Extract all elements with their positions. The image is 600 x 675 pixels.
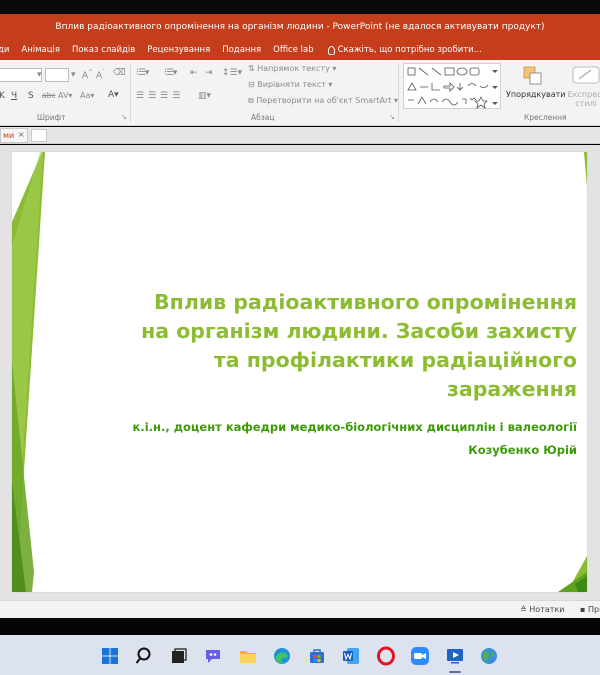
close-icon[interactable]: ×	[18, 130, 25, 139]
title-bar: Вплив радіоактивного опромінення на орга…	[0, 14, 600, 40]
change-case-icon[interactable]: Aa▾	[80, 91, 94, 100]
slide-title-line: на організм людини. Засоби захисту	[141, 319, 577, 343]
decrease-indent-icon[interactable]: ⇤	[190, 68, 198, 78]
line-spacing-icon[interactable]: ↕☰▾	[222, 68, 242, 78]
font-group-label: Шрифт	[37, 113, 66, 122]
slide-title-line: Вплив радіоактивного опромінення	[154, 290, 577, 314]
shadow-icon[interactable]: S	[28, 91, 34, 101]
lightbulb-icon	[327, 45, 335, 55]
edge-icon[interactable]	[272, 646, 292, 666]
start-icon[interactable]	[100, 646, 120, 666]
align-text-icon: ⊟	[248, 80, 255, 89]
font-dialog-launcher-icon[interactable]: ↘	[121, 113, 127, 121]
slide-title-line: зараження	[446, 377, 577, 401]
tab-view[interactable]: Подання	[222, 45, 261, 55]
columns-icon[interactable]: ▥▾	[198, 91, 211, 101]
tell-me-box[interactable]: Скажіть, що потрібно зробити...	[327, 45, 482, 55]
char-spacing-icon[interactable]: AV▾	[58, 91, 72, 100]
decrease-font-icon[interactable]: Aˇ	[96, 69, 105, 81]
shapes-gallery[interactable]	[403, 63, 501, 109]
quick-styles-icon[interactable]	[571, 65, 600, 89]
chevron-down-icon: ▾	[37, 70, 42, 80]
tab-animations[interactable]: Анімація	[21, 45, 60, 55]
slide-title-line: та профілактики радіаційного	[213, 348, 577, 372]
group-divider	[130, 64, 131, 122]
group-divider	[398, 64, 399, 122]
ribbon-tabs: ди Анімація Показ слайдів Рецензування П…	[0, 40, 600, 60]
increase-indent-icon[interactable]: ⇥	[205, 68, 213, 78]
author-name: Козубенко Юрій	[468, 443, 577, 457]
convert-smartart-button[interactable]: ⧉ Перетворити на об'єкт SmartArt ▾	[248, 96, 398, 106]
align-text-button[interactable]: ⊟ Вирівняти текст ▾	[248, 80, 332, 89]
taskbar	[0, 635, 600, 675]
chat-icon[interactable]	[203, 646, 223, 666]
quick-styles-button[interactable]: Експрес- стилі	[566, 90, 600, 108]
text-direction-icon: ⇅	[248, 64, 255, 73]
strikethrough-icon[interactable]: abc	[42, 91, 55, 100]
window-title: Вплив радіоактивного опромінення на орга…	[55, 22, 545, 32]
word-icon[interactable]	[341, 646, 361, 666]
screen-bezel-top	[0, 0, 600, 14]
chevron-down-icon: ▾	[71, 70, 76, 80]
increase-font-icon[interactable]: A^	[82, 69, 93, 81]
powerpoint-icon[interactable]	[445, 646, 465, 666]
slide-title[interactable]: Вплив радіоактивного опромінення на орга…	[57, 288, 577, 404]
file-explorer-icon[interactable]	[238, 646, 258, 666]
slide-workspace: Вплив радіоактивного опромінення на орга…	[0, 145, 600, 600]
arrange-icon[interactable]	[522, 65, 544, 89]
bullets-icon[interactable]: ⁝☰▾	[136, 68, 149, 78]
zoom-icon[interactable]	[410, 646, 430, 666]
italic-icon[interactable]: K	[0, 91, 5, 101]
font-color-icon[interactable]: A▾	[108, 90, 119, 100]
tab-review[interactable]: Рецензування	[147, 45, 210, 55]
globe-icon[interactable]	[479, 646, 499, 666]
tab-design[interactable]: ди	[0, 45, 9, 55]
underline-icon[interactable]: Ч	[11, 91, 17, 101]
smartart-icon: ⧉	[248, 96, 254, 105]
comments-button[interactable]: ▪ При	[580, 605, 600, 614]
task-view-icon[interactable]	[169, 646, 189, 666]
store-icon[interactable]	[307, 646, 327, 666]
font-size-dropdown[interactable]	[45, 68, 69, 82]
paragraph-group-label: Абзац	[251, 113, 275, 122]
drawing-group-label: Креслення	[524, 113, 567, 122]
font-name-dropdown[interactable]	[0, 68, 42, 82]
numbering-icon[interactable]: ⁝☰▾	[164, 68, 177, 78]
tell-me-text: Скажіть, що потрібно зробити...	[337, 45, 482, 55]
opera-icon[interactable]	[376, 646, 396, 666]
active-app-indicator	[449, 671, 461, 673]
notes-button[interactable]: ≙ Нотатки	[520, 605, 564, 614]
ribbon: ▾ ▾ A^ Aˇ ⌫ K Ч S abc AV▾ Aa▾ A▾ ⁝☰▾ ⁝☰▾…	[0, 60, 600, 126]
clear-format-icon[interactable]: ⌫	[113, 68, 126, 78]
paragraph-dialog-launcher-icon[interactable]: ↘	[389, 113, 395, 121]
slide-subtitle[interactable]: к.і.н., доцент кафедри медико-біологічни…	[57, 416, 577, 462]
tab-slideshow[interactable]: Показ слайдів	[72, 45, 135, 55]
pane-tab-new[interactable]	[31, 129, 47, 142]
alignment-icons[interactable]: ☰☰☰☰	[136, 91, 184, 101]
search-icon[interactable]	[135, 646, 155, 666]
tab-office-lab[interactable]: Office lab	[273, 45, 313, 55]
shapes-gallery-icons	[407, 67, 498, 109]
arrange-button[interactable]: Упорядкувати	[506, 90, 565, 99]
pane-tab-strip: ми ×	[0, 127, 600, 144]
subtitle-line: к.і.н., доцент кафедри медико-біологічни…	[132, 420, 577, 434]
text-direction-button[interactable]: ⇅ Напрямок тексту ▾	[248, 64, 336, 73]
status-bar: ≙ Нотатки ▪ При	[0, 600, 600, 618]
screen-bezel-bottom	[0, 618, 600, 635]
slide-canvas[interactable]: Вплив радіоактивного опромінення на орга…	[12, 152, 587, 592]
